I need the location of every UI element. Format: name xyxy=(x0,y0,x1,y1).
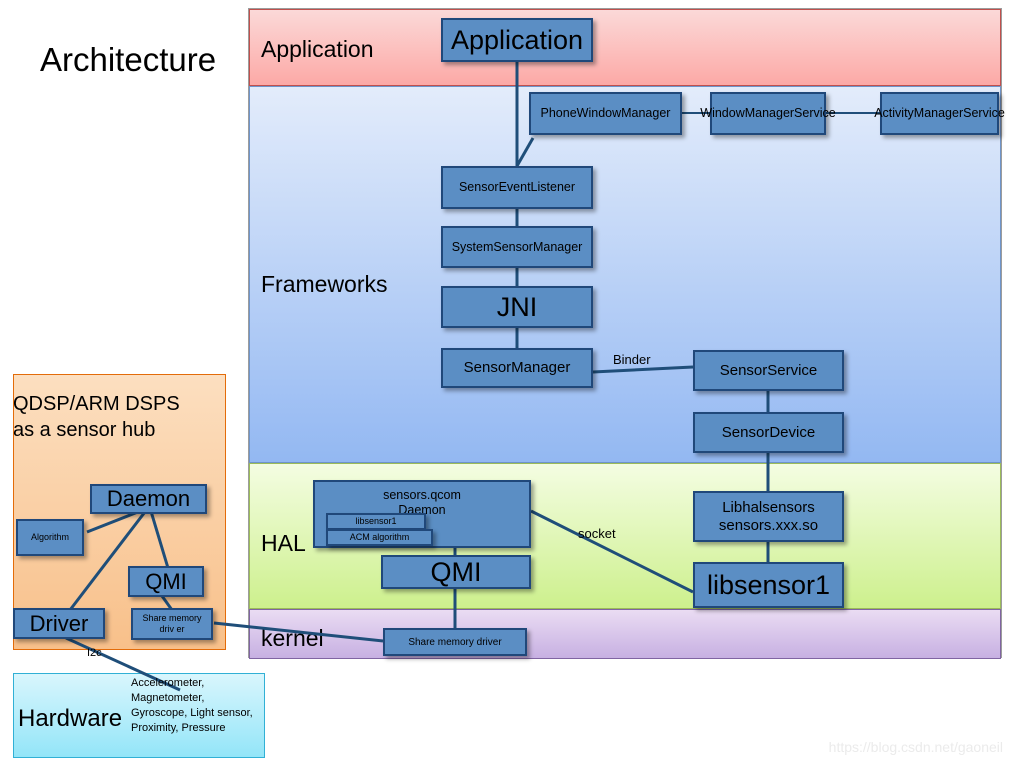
node-application[interactable]: Application xyxy=(441,18,593,62)
layer-label-kernel: kernel xyxy=(261,625,324,651)
node-libsensor1-nested[interactable]: libsensor1 xyxy=(326,513,426,530)
layer-band-kernel xyxy=(249,609,1001,659)
node-libsensor1-label: libsensor1 xyxy=(706,570,831,600)
node-libsensor1-nested-label: libsensor1 xyxy=(355,516,397,526)
node-libsensor1[interactable]: libsensor1 xyxy=(693,562,844,608)
node-qdsp-algorithm[interactable]: Algorithm xyxy=(16,519,84,556)
node-qdsp-driver-label: Driver xyxy=(29,610,89,636)
layer-label-hal: HAL xyxy=(261,530,306,556)
node-qdsp-daemon-label: Daemon xyxy=(106,486,191,511)
node-activity-manager-service-label: ActivityManagerService xyxy=(874,106,1005,120)
edge-label-i2c: I2c xyxy=(87,647,102,659)
node-qmi-hal-label: QMI xyxy=(430,557,482,587)
node-activity-manager-service[interactable]: ActivityManagerService xyxy=(874,92,1005,135)
node-application-label: Application xyxy=(450,25,584,55)
qdsp-sensor-hub-title: QDSP/ARM DSPS as a sensor hub xyxy=(13,393,180,441)
edge-label-socket: socket xyxy=(578,526,616,541)
node-acm-algorithm-label: ACM algorithm xyxy=(349,532,410,542)
node-qdsp-algorithm-label: Algorithm xyxy=(30,532,69,542)
node-qdsp-share-memory-driver-label: Share memory driv er xyxy=(142,613,202,634)
node-sensor-service[interactable]: SensorService xyxy=(693,350,844,391)
node-qdsp-qmi[interactable]: QMI xyxy=(128,566,204,597)
page-title: Architecture xyxy=(40,41,217,78)
node-sensor-device[interactable]: SensorDevice xyxy=(693,412,844,453)
node-window-manager-service-label: WindowManagerService xyxy=(700,106,836,120)
node-share-memory-driver-kernel-label: Share memory driver xyxy=(408,636,502,648)
node-acm-algorithm[interactable]: ACM algorithm xyxy=(326,529,433,546)
node-sensor-event-listener[interactable]: SensorEventListener xyxy=(441,166,593,209)
node-sensor-manager-label: SensorManager xyxy=(463,359,571,376)
node-qdsp-share-memory-driver[interactable]: Share memory driv er xyxy=(131,608,213,640)
node-sensor-service-label: SensorService xyxy=(719,361,818,379)
hardware-sensor-list: Accelerometer, Magnetometer, Gyroscope, … xyxy=(131,677,253,734)
node-sensor-event-listener-label: SensorEventListener xyxy=(458,180,576,194)
node-window-manager-service[interactable]: WindowManagerService xyxy=(700,92,836,135)
node-share-memory-driver-kernel[interactable]: Share memory driver xyxy=(383,628,527,656)
layer-label-frameworks: Frameworks xyxy=(261,271,388,297)
node-sensor-device-label: SensorDevice xyxy=(721,423,816,441)
layer-label-application: Application xyxy=(261,36,374,62)
node-sensor-manager[interactable]: SensorManager xyxy=(441,348,593,388)
node-phone-window-manager[interactable]: PhoneWindowManager xyxy=(529,92,682,135)
node-jni-label: JNI xyxy=(496,292,538,322)
node-jni[interactable]: JNI xyxy=(441,286,593,328)
node-qdsp-qmi-label: QMI xyxy=(145,568,187,594)
node-system-sensor-manager-label: SystemSensorManager xyxy=(451,239,583,254)
watermark: https://blog.csdn.net/gaoneil xyxy=(828,739,1003,755)
node-qmi-hal[interactable]: QMI xyxy=(381,555,531,589)
node-libhalsensors-label: Libhalsensors sensors.xxx.so xyxy=(718,498,819,534)
node-qdsp-daemon[interactable]: Daemon xyxy=(90,484,207,514)
node-qdsp-driver[interactable]: Driver xyxy=(13,608,105,639)
node-phone-window-manager-label: PhoneWindowManager xyxy=(540,106,671,120)
node-libhalsensors[interactable]: Libhalsensors sensors.xxx.so xyxy=(693,491,844,542)
edge-label-binder: Binder xyxy=(613,352,651,367)
hardware-label: Hardware xyxy=(18,705,123,732)
node-system-sensor-manager[interactable]: SystemSensorManager xyxy=(441,226,593,268)
